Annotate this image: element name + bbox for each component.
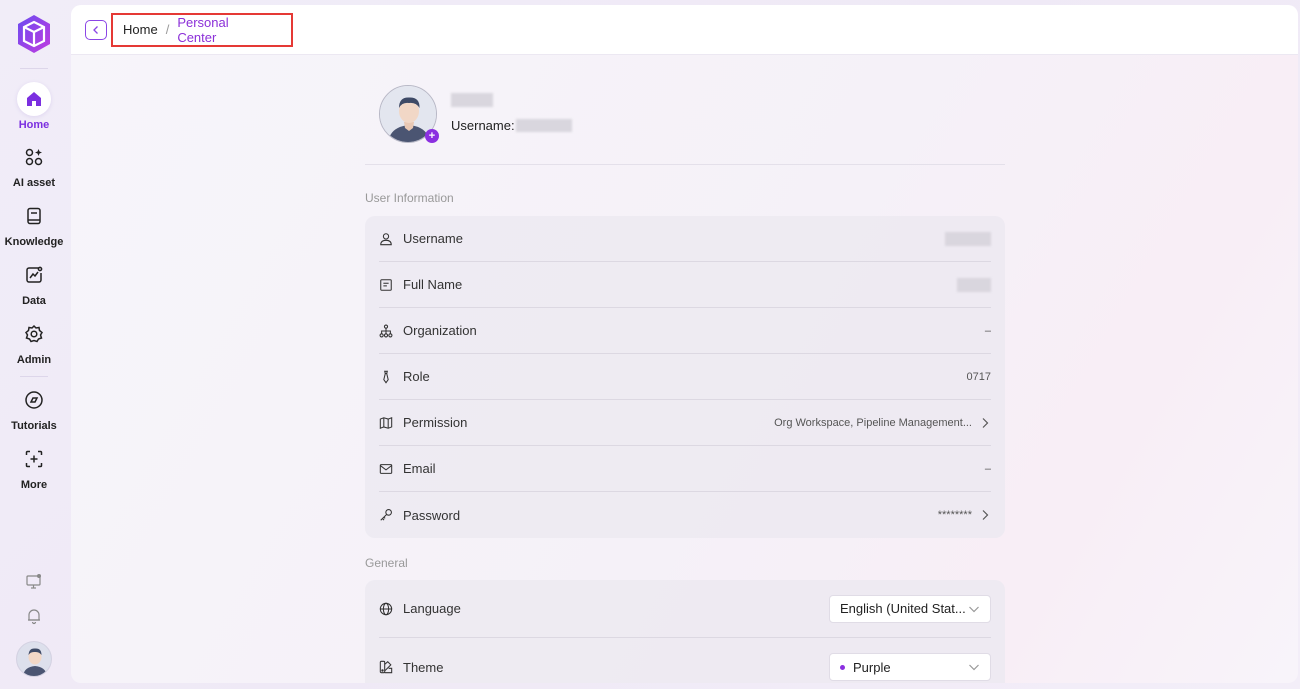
row-label: Full Name [403,277,463,292]
palette-icon [379,659,395,675]
chevron-down-icon [969,664,979,671]
language-select-value: English (United Stat... [840,601,966,616]
ai-asset-icon [17,140,51,174]
breadcrumb-home[interactable]: Home [123,22,158,37]
redacted-value [957,277,991,292]
sidebar-item-more[interactable]: More [0,442,68,491]
personal-center-content: + Username: User Information Username Fu… [365,83,1005,683]
sidebar-item-label: Admin [16,354,52,366]
globe-icon [379,601,395,617]
chart-icon [17,258,51,292]
chevron-left-icon [93,25,98,34]
username-label: Username: [451,118,515,133]
id-card-icon [379,277,395,293]
breadcrumb: Home / Personal Center [111,12,293,47]
row-full-name[interactable]: Full Name [379,262,991,308]
password-value: ******** [937,509,972,521]
row-label: Theme [403,659,444,675]
top-bar: Home / Personal Center [71,5,1298,55]
map-icon [379,415,395,431]
sidebar-item-ai-asset[interactable]: AI asset [0,140,68,189]
mail-icon [379,461,395,477]
row-value: – [984,462,991,475]
user-information-card: Username Full Name Organization – Role 0… [365,216,1005,538]
chevron-down-icon [969,606,979,612]
sidebar-item-label: Knowledge [4,236,64,248]
monitor-icon[interactable] [25,573,43,591]
app-logo[interactable] [16,14,52,54]
back-button[interactable] [85,19,107,40]
sidebar-item-admin[interactable]: Admin [0,317,68,366]
sidebar-item-label: AI asset [12,177,56,189]
section-title-general: General [365,556,408,570]
sidebar-divider [20,376,48,377]
row-label: Role [403,369,430,384]
row-organization[interactable]: Organization – [379,308,991,354]
row-role[interactable]: Role 0717 [379,354,991,400]
profile-avatar[interactable]: + [379,85,439,143]
breadcrumb-current: Personal Center [177,14,229,45]
row-label: Username [403,231,463,246]
profile-header: + Username: [365,83,1005,165]
redacted-name [451,93,493,107]
more-icon [17,442,51,476]
sidebar-item-label: Home [18,119,50,131]
row-permission[interactable]: Permission Org Workspace, Pipeline Manag… [379,400,991,446]
user-icon [379,231,395,247]
sidebar-item-label: Tutorials [11,420,57,432]
row-value: – [984,324,991,337]
tutorials-icon [17,383,51,417]
row-label: Organization [403,323,477,338]
row-value [957,277,991,292]
breadcrumb-separator: / [165,22,170,37]
row-label: Password [403,507,461,523]
row-value: 0717 [966,370,991,383]
language-select[interactable]: English (United Stat... [829,594,991,623]
theme-select-value: Purple [853,659,891,675]
home-icon [17,82,51,116]
sidebar-item-data[interactable]: Data [0,258,68,307]
bell-icon[interactable] [25,607,43,625]
key-icon [379,507,395,523]
profile-username: Username: [451,118,572,133]
book-icon [17,199,51,233]
gear-icon [17,317,51,351]
main-panel: Home / Personal Center + Username: User … [71,5,1298,683]
chevron-right-icon [982,510,989,520]
row-label: Email [403,461,436,476]
row-password[interactable]: Password ******** [379,492,991,538]
redacted-username [515,119,572,132]
sidebar-item-label: More [20,479,48,491]
add-avatar-icon[interactable]: + [425,129,439,143]
row-email[interactable]: Email – [379,446,991,492]
sidebar-item-tutorials[interactable]: Tutorials [0,383,68,432]
profile-info: Username: [451,93,572,133]
sidebar: Home AI asset Knowledge Data Admin Tutor… [0,0,68,689]
sidebar-bottom [0,573,68,677]
row-value: Org Workspace, Pipeline Management... [774,417,991,429]
avatar[interactable] [16,641,52,677]
sidebar-item-knowledge[interactable]: Knowledge [0,199,68,248]
permission-value: Org Workspace, Pipeline Management... [774,416,972,429]
redacted-value [945,231,991,246]
chevron-right-icon [982,417,989,428]
sidebar-item-label: Data [22,295,46,307]
row-theme: Theme Purple [379,638,991,683]
theme-select[interactable]: Purple [829,653,991,681]
general-card: Language English (United Stat... Theme P… [365,580,1005,683]
tie-icon [379,369,395,385]
sidebar-item-home[interactable]: Home [0,82,68,131]
row-username[interactable]: Username [379,216,991,262]
row-label: Language [403,601,461,616]
row-language: Language English (United Stat... [379,580,991,638]
row-value [945,231,991,246]
org-tree-icon [379,323,395,339]
section-title-user-information: User Information [365,191,454,205]
row-value: ******** [938,509,991,521]
theme-color-dot [840,664,845,670]
row-label: Permission [403,415,468,430]
sidebar-divider [20,68,48,69]
